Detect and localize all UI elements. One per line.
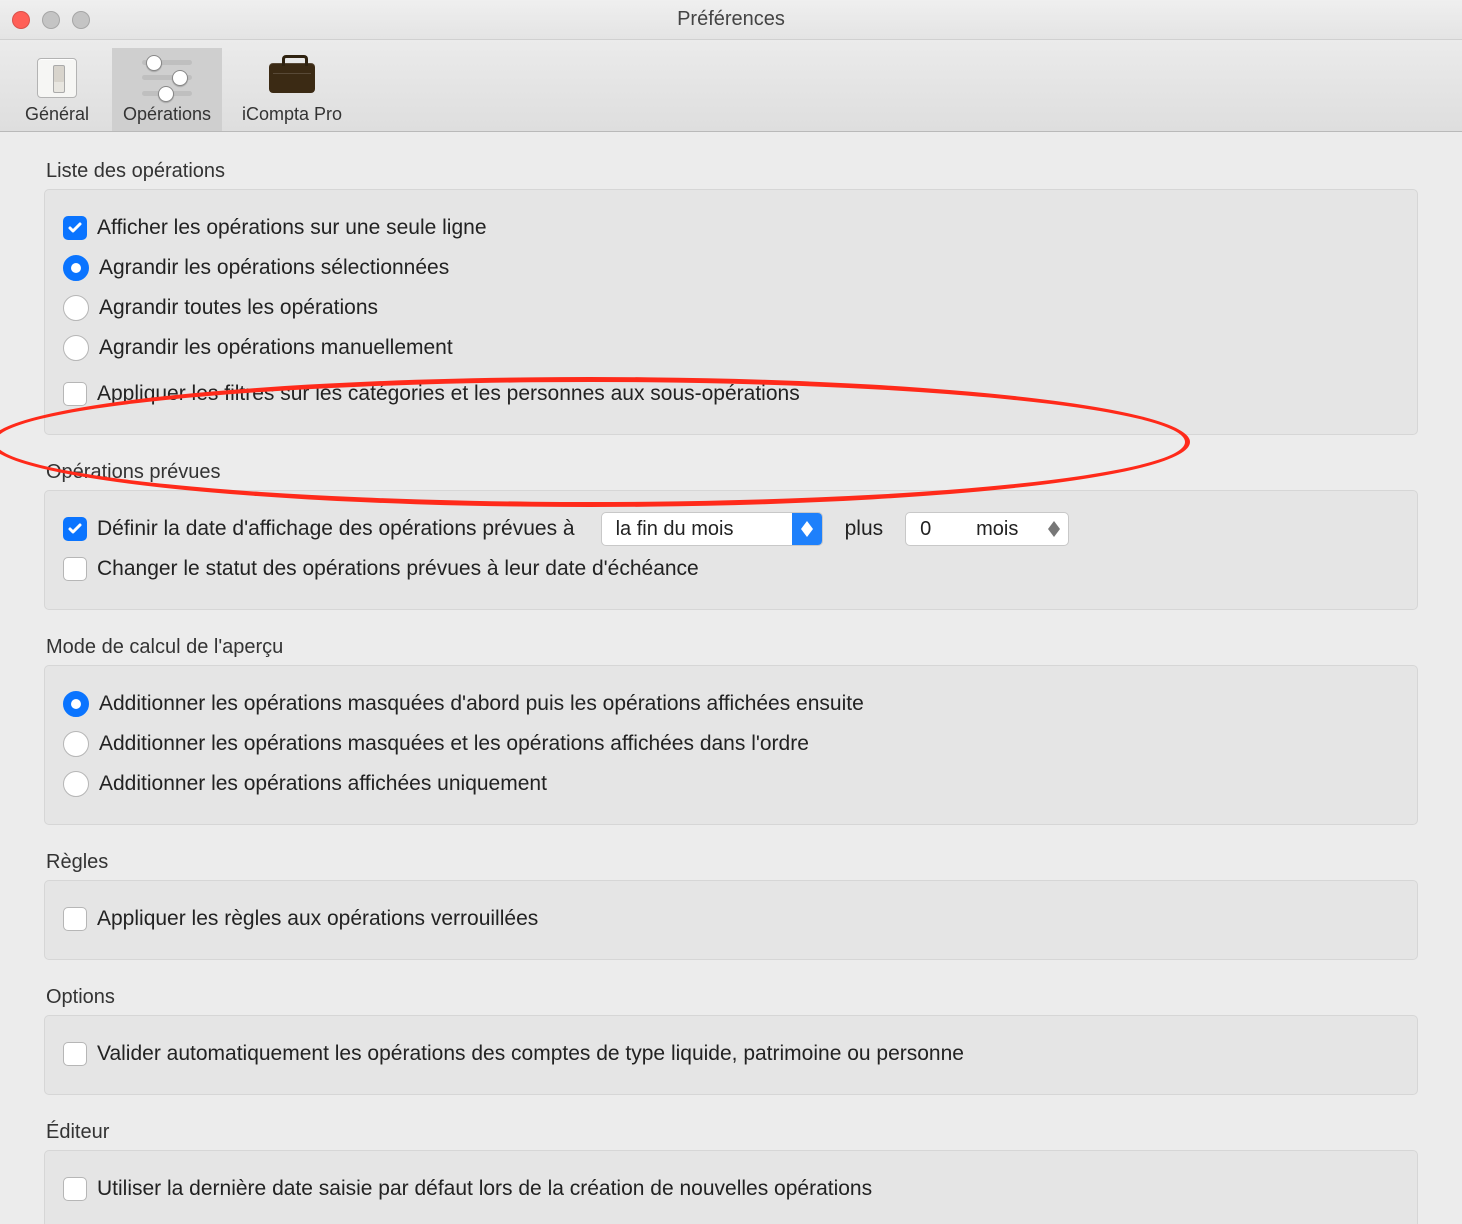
sliders-icon bbox=[140, 54, 194, 102]
checkbox-apply-rules-locked[interactable] bbox=[63, 907, 87, 931]
radio-label: Additionner les opérations masquées et l… bbox=[99, 732, 809, 756]
toolbar: Général Opérations iCompta Pro bbox=[0, 40, 1462, 132]
checkbox-single-line[interactable] bbox=[63, 216, 87, 240]
radio-label: Agrandir les opérations sélectionnées bbox=[99, 256, 449, 280]
radio-label: Agrandir les opérations manuellement bbox=[99, 336, 453, 360]
select-period[interactable]: la fin du mois bbox=[601, 512, 823, 546]
briefcase-icon bbox=[265, 54, 319, 102]
checkbox-auto-validate[interactable] bbox=[63, 1042, 87, 1066]
label-offset-unit: mois bbox=[976, 518, 1018, 541]
radio-label: Additionner les opérations masquées d'ab… bbox=[99, 692, 864, 716]
toolbar-item-general[interactable]: Général bbox=[2, 48, 112, 131]
stepper-icon[interactable] bbox=[1048, 521, 1060, 537]
group-rules: Appliquer les règles aux opérations verr… bbox=[44, 880, 1418, 960]
content: Liste des opérations Afficher les opérat… bbox=[0, 132, 1462, 1224]
radio-preview-shown-only[interactable] bbox=[63, 771, 89, 797]
chevron-updown-icon bbox=[792, 513, 822, 545]
label-apply-rules-locked: Appliquer les règles aux opérations verr… bbox=[97, 907, 538, 931]
label-plus: plus bbox=[845, 517, 884, 541]
group-title-options: Options bbox=[46, 986, 1418, 1009]
radio-preview-in-order[interactable] bbox=[63, 731, 89, 757]
toolbar-item-operations[interactable]: Opérations bbox=[112, 48, 222, 131]
radio-expand-manual[interactable] bbox=[63, 335, 89, 361]
window-title: Préférences bbox=[0, 8, 1462, 31]
group-editor: Utiliser la dernière date saisie par déf… bbox=[44, 1150, 1418, 1224]
group-preview-mode: Additionner les opérations masquées d'ab… bbox=[44, 665, 1418, 825]
checkbox-define-date[interactable] bbox=[63, 517, 87, 541]
group-title-preview-mode: Mode de calcul de l'aperçu bbox=[46, 636, 1418, 659]
toolbar-item-label: iCompta Pro bbox=[242, 104, 342, 125]
radio-label: Agrandir toutes les opérations bbox=[99, 296, 378, 320]
label-change-status: Changer le statut des opérations prévues… bbox=[97, 557, 699, 581]
label-use-last-date: Utiliser la dernière date saisie par déf… bbox=[97, 1177, 872, 1201]
radio-expand-selected[interactable] bbox=[63, 255, 89, 281]
group-title-scheduled: Opérations prévues bbox=[46, 461, 1418, 484]
label-define-date: Définir la date d'affichage des opératio… bbox=[97, 517, 575, 541]
toolbar-item-label: Opérations bbox=[123, 104, 211, 125]
select-period-value: la fin du mois bbox=[602, 518, 792, 541]
group-title-operations-list: Liste des opérations bbox=[46, 160, 1418, 183]
input-offset-field[interactable] bbox=[918, 517, 952, 542]
switch-icon bbox=[30, 54, 84, 102]
toolbar-item-icompta-pro[interactable]: iCompta Pro bbox=[222, 48, 362, 131]
radio-label: Additionner les opérations affichées uni… bbox=[99, 772, 547, 796]
toolbar-item-label: Général bbox=[25, 104, 89, 125]
input-offset[interactable]: mois bbox=[905, 512, 1069, 546]
group-title-rules: Règles bbox=[46, 851, 1418, 874]
radio-preview-hidden-then-shown[interactable] bbox=[63, 691, 89, 717]
group-operations-list: Afficher les opérations sur une seule li… bbox=[44, 189, 1418, 435]
radio-expand-all[interactable] bbox=[63, 295, 89, 321]
group-scheduled: Définir la date d'affichage des opératio… bbox=[44, 490, 1418, 610]
group-title-editor: Éditeur bbox=[46, 1121, 1418, 1144]
checkbox-apply-filters[interactable] bbox=[63, 382, 87, 406]
group-options: Valider automatiquement les opérations d… bbox=[44, 1015, 1418, 1095]
checkbox-change-status[interactable] bbox=[63, 557, 87, 581]
label-single-line: Afficher les opérations sur une seule li… bbox=[97, 216, 487, 240]
checkbox-use-last-date[interactable] bbox=[63, 1177, 87, 1201]
label-auto-validate: Valider automatiquement les opérations d… bbox=[97, 1042, 964, 1066]
label-apply-filters: Appliquer les filtres sur les catégories… bbox=[97, 382, 800, 406]
titlebar: Préférences bbox=[0, 0, 1462, 40]
